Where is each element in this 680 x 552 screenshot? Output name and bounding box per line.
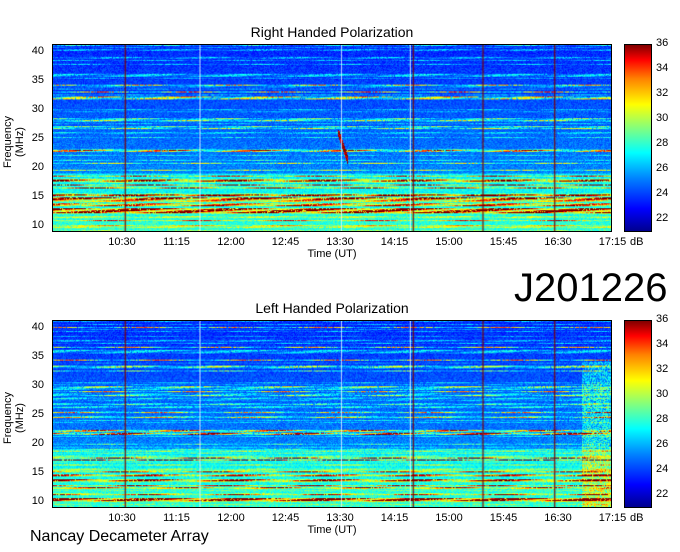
x-tick-label: 12:00 <box>217 236 245 248</box>
right-polarization-panel: Right Handed Polarization 10 15 20 25 30 35 40… <box>0 0 680 276</box>
x-tick-label: 17:15 <box>598 512 627 524</box>
colorbar-tick-label: 36 <box>656 37 669 49</box>
spectrogram-plot <box>52 320 612 508</box>
chart-title: Left Handed Polarization <box>255 300 409 316</box>
chart-title: Right Handed Polarization <box>250 24 414 40</box>
colorbar-unit: dB <box>630 512 644 524</box>
x-tick-label: 11:15 <box>163 512 190 524</box>
colorbar-tick-label: 34 <box>656 62 669 75</box>
colorbar-tick-label: 24 <box>656 187 669 200</box>
x-tick-label: 15:00 <box>435 512 463 524</box>
x-tick-label: 11:15 <box>163 236 190 248</box>
colorbar-tick-label: 34 <box>656 338 669 351</box>
spectrogram-image <box>53 321 611 507</box>
colorbar-tick-label: 30 <box>656 112 669 125</box>
colorbar-tick-label: 26 <box>656 162 669 175</box>
colorbar-tick-label: 26 <box>656 438 669 451</box>
y-tick-label: 35 <box>31 350 44 362</box>
colorbar-tick-label: 22 <box>656 488 669 501</box>
left-polarization-panel: Left Handed Polarization 10 15 20 25 30 35 40 … <box>0 276 680 552</box>
y-tick-label: 35 <box>31 74 44 86</box>
y-tick-label: 40 <box>31 45 44 57</box>
x-tick-label: 13:30 <box>326 512 354 524</box>
colorbar-tick-label: 30 <box>656 388 669 401</box>
y-axis-label: Frequency (MHz) <box>2 116 26 168</box>
x-tick-label: 15:45 <box>489 236 518 248</box>
x-tick-label: 12:00 <box>217 512 245 524</box>
colorbar-tick-label: 36 <box>656 313 669 325</box>
x-tick-label: 14:15 <box>380 236 409 248</box>
x-tick-label: 17:15 <box>598 236 627 248</box>
colorbar-tick-label: 28 <box>656 413 669 426</box>
colorbar-tick-label: 32 <box>656 363 669 376</box>
y-axis-label: Frequency (MHz) <box>2 392 26 444</box>
colorbar-tick-label: 32 <box>656 87 669 100</box>
spectrogram-plot <box>52 44 612 232</box>
x-tick-label: 10:30 <box>108 512 136 524</box>
colorbar-tick-label: 24 <box>656 463 669 476</box>
x-tick-label: 15:00 <box>435 236 463 248</box>
x-tick-label: 16:30 <box>544 236 572 248</box>
colorbar-tick-label: 28 <box>656 137 669 150</box>
y-tick-label: 15 <box>31 466 44 478</box>
x-axis-label: Time (UT) <box>307 248 357 260</box>
colorbar <box>624 320 652 508</box>
x-tick-label: 12:45 <box>271 236 300 248</box>
x-tick-label: 14:15 <box>380 512 409 524</box>
x-tick-label: 10:30 <box>108 236 136 248</box>
footer-label: Nancay Decameter Array <box>30 528 209 545</box>
colorbar-unit: dB <box>630 236 644 248</box>
y-tick-label: 10 <box>31 495 44 507</box>
x-tick-label: 15:45 <box>489 512 518 524</box>
x-tick-label: 13:30 <box>326 236 354 248</box>
colorbar-tick-label: 22 <box>656 212 669 225</box>
spectrogram-image <box>53 45 611 231</box>
y-tick-label: 10 <box>31 219 44 231</box>
x-tick-label: 16:30 <box>544 512 572 524</box>
colorbar <box>624 44 652 232</box>
x-tick-label: 12:45 <box>271 512 300 524</box>
y-tick-label: 40 <box>31 321 44 333</box>
y-tick-label: 15 <box>31 190 44 202</box>
